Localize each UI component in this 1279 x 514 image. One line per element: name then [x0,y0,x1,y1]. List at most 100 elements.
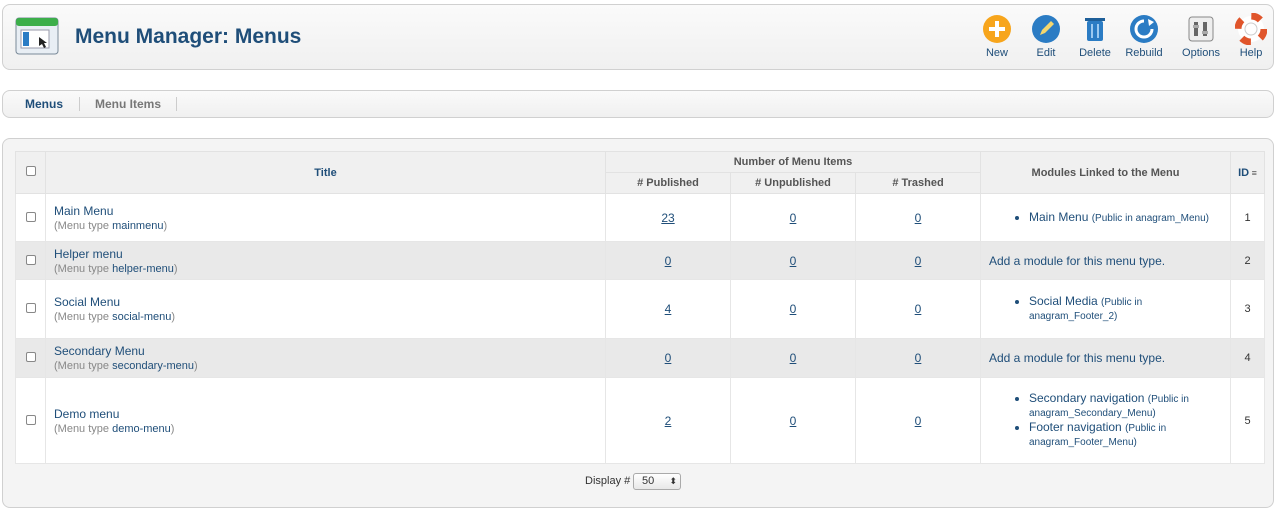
module-link[interactable]: Main Menu [1029,210,1088,224]
help-button[interactable]: Help [1225,13,1277,59]
edit-button[interactable]: Edit [1020,13,1072,59]
trashed-count-link[interactable]: 0 [915,302,922,316]
menu-type: (Menu type secondary-menu) [54,360,198,372]
select-all-checkbox[interactable] [25,166,36,176]
module-link[interactable]: Footer navigation [1029,420,1122,434]
unpublished-count-link[interactable]: 0 [790,302,797,316]
table-row: Main Menu (Menu type mainmenu) 23 0 0 Ma… [15,193,1265,242]
delete-label: Delete [1079,47,1111,59]
menu-type-value: demo-menu [112,422,171,435]
rebuild-button[interactable]: Rebuild [1118,13,1170,59]
row-id: 5 [1230,377,1265,464]
tab-divider [79,97,80,111]
content-panel: Title Number of Menu Items Modules Linke… [2,138,1274,508]
row-checkbox[interactable] [25,211,36,222]
published-count-link[interactable]: 4 [665,302,672,316]
unpublished-count-link[interactable]: 0 [790,254,797,268]
delete-icon [1085,18,1105,41]
linked-module: Social Media (Public in anagram_Footer_2… [1029,295,1222,323]
table-row: Social Menu (Menu type social-menu) 4 0 … [15,279,1265,339]
select-arrows-icon: ⬍ [669,476,677,486]
menu-type-value: mainmenu [112,219,164,232]
menu-type-label: (Menu type [54,360,110,372]
menu-type-value: helper-menu [112,262,174,275]
row-id: 3 [1230,279,1265,339]
published-count-link[interactable]: 0 [665,254,672,268]
rebuild-icon [1130,15,1158,43]
id-header-label: ID [1238,166,1250,179]
edit-icon [1032,15,1060,43]
new-button[interactable]: New [971,13,1023,59]
trashed-column-header: # Trashed [855,172,981,194]
menu-title-link[interactable]: Secondary Menu [54,344,597,358]
add-module-link[interactable]: Add a module for this menu type. [989,254,1165,268]
trashed-count-link[interactable]: 0 [915,351,922,365]
unpublished-count-link[interactable]: 0 [790,351,797,365]
unpublished-column-header: # Unpublished [730,172,856,194]
options-label: Options [1182,47,1220,59]
options-icon [1188,16,1214,42]
menu-type-value: social-menu [112,311,172,323]
menu-items-group-header: Number of Menu Items [605,151,981,173]
help-icon [1235,13,1267,45]
module-link[interactable]: Social Media [1029,294,1098,308]
linked-module: Main Menu (Public in anagram_Menu) [1029,210,1222,225]
menu-manager-icon [15,17,59,55]
submenu-bar: Menus Menu Items [2,90,1274,118]
table-row: Secondary Menu (Menu type secondary-menu… [15,338,1265,378]
tab-menu-items[interactable]: Menu Items [95,97,161,111]
tab-divider [176,97,177,111]
row-id: 2 [1230,241,1265,280]
unpublished-count-link[interactable]: 0 [790,414,797,428]
options-button[interactable]: Options [1175,13,1227,59]
display-limit-select[interactable]: 50 ⬍ [633,473,681,490]
table-row: Helper menu (Menu type helper-menu) 0 0 … [15,241,1265,280]
display-limit-value: 50 [642,475,655,487]
sort-icon: ≡ [1249,167,1257,178]
module-position: (Public in anagram_Menu) [1091,212,1209,224]
menu-type-value: secondary-menu [112,360,195,372]
display-label: Display # [585,475,631,487]
linked-module: Secondary navigation (Public in anagram_… [1029,392,1222,420]
menu-title-link[interactable]: Social Menu [54,295,597,309]
linked-module: Footer navigation (Public in anagram_Foo… [1029,421,1222,449]
menus-table: Title Number of Menu Items Modules Linke… [15,151,1265,464]
menu-title-link[interactable]: Helper menu [54,247,597,261]
trashed-count-link[interactable]: 0 [915,414,922,428]
delete-button[interactable]: Delete [1069,13,1121,59]
published-count-link[interactable]: 23 [661,211,674,225]
page-title: Menu Manager: Menus [75,25,302,48]
menu-title-link[interactable]: Main Menu [54,204,597,218]
unpublished-count-link[interactable]: 0 [790,211,797,225]
published-count-link[interactable]: 0 [665,351,672,365]
select-all-header [15,151,46,194]
row-id: 4 [1230,338,1265,378]
menu-title-link[interactable]: Demo menu [54,407,597,421]
menu-type-label: (Menu type [54,262,110,275]
row-checkbox[interactable] [25,254,36,265]
published-count-link[interactable]: 2 [665,414,672,428]
id-column-header[interactable]: ID ≡ [1230,151,1265,194]
menu-type-label: (Menu type [54,422,110,435]
trashed-count-link[interactable]: 0 [915,254,922,268]
menu-type: (Menu type mainmenu) [54,219,168,232]
menu-type: (Menu type social-menu) [54,311,176,323]
menu-type: (Menu type helper-menu) [54,262,178,275]
menu-type-label: (Menu type [54,219,110,232]
row-checkbox[interactable] [25,352,36,362]
new-label: New [985,47,1008,59]
row-checkbox[interactable] [25,303,36,313]
add-module-link[interactable]: Add a module for this menu type. [989,351,1165,365]
menu-type: (Menu type demo-menu) [54,422,175,435]
help-label: Help [1239,47,1263,59]
rebuild-label: Rebuild [1125,47,1163,59]
row-checkbox[interactable] [25,414,36,425]
published-column-header: # Published [605,172,731,194]
toolbar-panel: Menu Manager: Menus New Edit Delete Rebu… [2,4,1274,70]
trashed-count-link[interactable]: 0 [915,211,922,225]
tab-menus[interactable]: Menus [25,97,63,111]
row-id: 1 [1230,193,1265,242]
module-link[interactable]: Secondary navigation [1029,391,1144,405]
menu-type-label: (Menu type [54,311,110,323]
title-column-header[interactable]: Title [45,151,606,194]
